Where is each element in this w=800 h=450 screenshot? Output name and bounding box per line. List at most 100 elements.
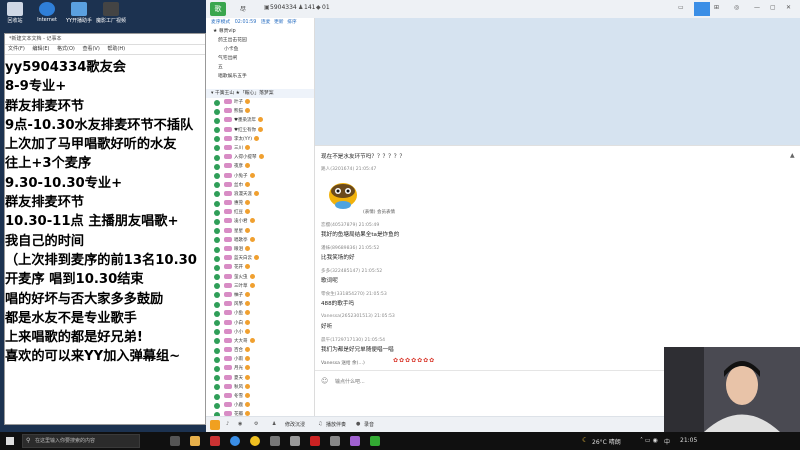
task-view-icon[interactable] (170, 436, 180, 446)
people-icon: ♟ (298, 4, 304, 11)
menu-view[interactable]: 查看(V) (82, 46, 99, 52)
settings-icon[interactable]: ⚙ (254, 421, 258, 427)
app-icon[interactable] (370, 436, 380, 446)
member-name: 风筝 (234, 302, 243, 308)
menu-help[interactable]: 帮助(H) (107, 46, 125, 52)
member-row[interactable]: 小小 (206, 328, 314, 337)
game-icon[interactable]: ⊞ (714, 4, 719, 11)
member-row[interactable]: 三川 (206, 144, 314, 153)
member-row[interactable]: 萤火虫 (206, 273, 314, 282)
maximize-icon[interactable]: ▢ (770, 4, 776, 11)
member-row[interactable]: 李太(YY) (206, 135, 314, 144)
member-row[interactable]: 柚子 (206, 291, 314, 300)
app-icon[interactable] (270, 436, 280, 446)
tab-sort[interactable]: 排序 (287, 20, 297, 25)
member-row[interactable]: 唱歌亭 (206, 236, 314, 245)
desktop-icon-video-factory[interactable]: 魔影工厂视频 (96, 2, 126, 24)
member-row[interactable]: 小雨 (206, 355, 314, 364)
member-row[interactable]: 花开 (206, 263, 314, 272)
tab-update[interactable]: 更新 (274, 20, 284, 25)
crown-badge-icon (245, 402, 250, 408)
member-row[interactable]: 眼泪 (206, 245, 314, 254)
input-language[interactable]: 中 (664, 437, 670, 446)
file-explorer-icon[interactable] (190, 436, 200, 446)
member-row[interactable]: 红豆 (206, 208, 314, 217)
app-icon[interactable] (330, 436, 340, 446)
section-item[interactable]: 五 (206, 63, 314, 72)
group-header[interactable]: ▾ 千簧王山 ★「鞍心」落梦案 (206, 89, 314, 98)
section-item[interactable]: 气宅出闸 (206, 54, 314, 63)
tab-connect[interactable]: 连麦 (261, 20, 271, 25)
section-item[interactable]: 鸽王出击花园 (206, 36, 314, 45)
member-name: 浪漫天涯 (234, 191, 252, 197)
member-row[interactable]: 叶子 (206, 98, 314, 107)
tray-icons[interactable]: ˄ ▭ ◉ (640, 437, 658, 444)
close-icon[interactable]: ✕ (786, 4, 791, 11)
taskbar-search[interactable]: 在这里输入你要搜索的内容 (22, 434, 140, 448)
member-row[interactable]: 大大哥 (206, 337, 314, 346)
member-row[interactable]: 星星 (206, 227, 314, 236)
member-row[interactable]: 小鱼 (206, 309, 314, 318)
notepad-window: *新建文本文档 - 记事本 文件(F) 编辑(E) 格式(O) 查看(V) 帮助… (4, 33, 206, 425)
member-row[interactable]: 小白 (206, 319, 314, 328)
member-row[interactable]: 浪漫天涯 (206, 190, 314, 199)
member-row[interactable]: 夜彦 (206, 162, 314, 171)
section-item[interactable]: 小卡鱼 (206, 45, 314, 54)
section-item[interactable]: ★ 尊贵vip (206, 27, 314, 36)
menu-file[interactable]: 文件(F) (8, 46, 25, 52)
menu-edit[interactable]: 编辑(E) (32, 46, 49, 52)
member-row[interactable]: ♥墨染流年 (206, 116, 314, 125)
controller-icon[interactable]: ◎ (734, 4, 739, 11)
menu-format[interactable]: 格式(O) (57, 46, 75, 52)
chat-collapse-icon[interactable]: ▲ (790, 152, 795, 159)
member-row[interactable]: 风筝 (206, 300, 314, 309)
bottom-label[interactable]: 录音 (364, 421, 374, 428)
notepad-text-area[interactable]: yy5904334歌友会 8-9专业+ 群友排麦环节 9点-10.30水友排麦环… (5, 58, 203, 422)
yy-menu-icon[interactable] (210, 420, 220, 430)
windows-start-icon[interactable] (6, 437, 14, 445)
app-icon[interactable] (210, 436, 220, 446)
clock[interactable]: 21:05 (680, 437, 697, 444)
home-button[interactable] (694, 2, 710, 16)
member-row[interactable]: 夏天 (206, 374, 314, 383)
music-icon[interactable]: ♫ (318, 421, 322, 427)
people-icon[interactable]: ♟ (272, 421, 276, 427)
member-row[interactable]: 小鹿 (206, 401, 314, 410)
mic-mode-label[interactable]: 麦序模式 (211, 20, 230, 25)
member-row[interactable]: 丝巾 (206, 181, 314, 190)
app-icon[interactable] (290, 436, 300, 446)
emoji-icon[interactable]: ☺ (321, 377, 328, 385)
app-icon[interactable] (310, 436, 320, 446)
member-row[interactable]: 惠莞 (206, 199, 314, 208)
member-row[interactable]: 秋风 (206, 383, 314, 392)
member-row[interactable]: ♥红尘有你 (206, 126, 314, 135)
member-row[interactable]: 百合 (206, 346, 314, 355)
bottom-label[interactable]: 修改沉浸 (285, 421, 305, 428)
member-row[interactable]: 冬雪 (206, 392, 314, 401)
member-row[interactable]: 熊猫 (206, 107, 314, 116)
bottom-label[interactable]: 播放伴奏 (326, 421, 346, 428)
member-row[interactable]: 凌小君 (206, 217, 314, 226)
member-row[interactable]: 小兔子 (206, 172, 314, 181)
weather-text[interactable]: 26°C 晴朗 (592, 437, 621, 446)
member-row[interactable]: 蓝天白云 (206, 254, 314, 263)
member-row[interactable]: 三叶草 (206, 282, 314, 291)
app-icon[interactable] (350, 436, 360, 446)
chrome-icon[interactable] (250, 436, 260, 446)
mic-icon[interactable]: ♪ (226, 421, 229, 427)
desktop-icon-recycle-bin[interactable]: 回收站 (0, 2, 30, 24)
user-avatar-icon (214, 228, 220, 235)
screen-icon[interactable]: ▭ (678, 4, 684, 11)
mode-bar: 麦序模式 02:01:59 连麦 更新 排序 (206, 18, 314, 27)
record-icon[interactable]: ● (356, 421, 360, 427)
desktop-icon-yy-helper[interactable]: YY开播助手 (64, 2, 94, 24)
yy-taskbar-icon[interactable] (230, 436, 240, 446)
section-item[interactable]: 唱歌娱乐五手 (206, 72, 314, 81)
minimize-icon[interactable]: — (754, 4, 760, 11)
chat-input[interactable] (333, 375, 637, 389)
member-row[interactable]: 月光 (206, 364, 314, 373)
member-row[interactable]: 入得小提琴 (206, 153, 314, 162)
speaker-icon[interactable]: ◉ (238, 421, 242, 427)
desktop-icon-internet[interactable]: Internet (32, 2, 62, 23)
text-line: 8-9专业+ (5, 79, 67, 95)
